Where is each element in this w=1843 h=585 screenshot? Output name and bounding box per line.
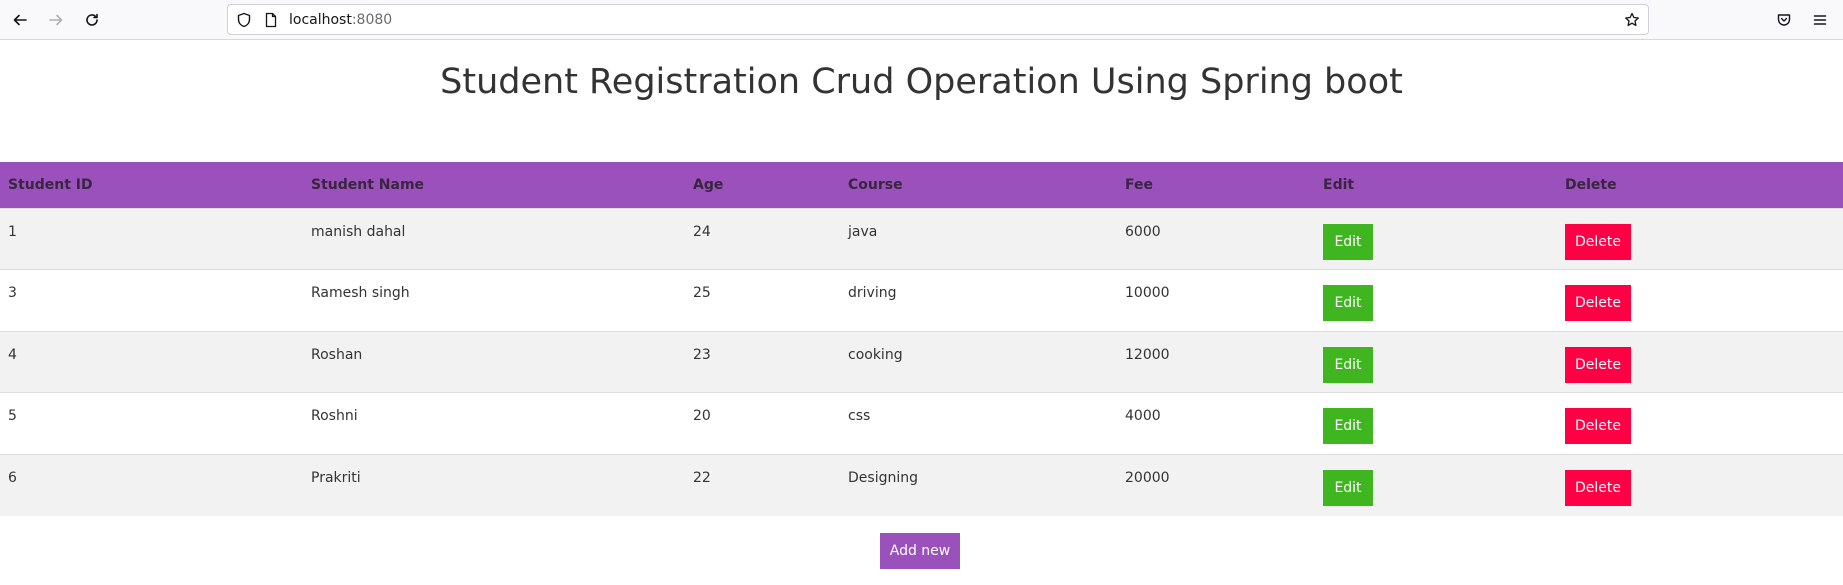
- cell-course: driving: [840, 269, 1117, 331]
- address-bar[interactable]: localhost:8080: [227, 4, 1649, 35]
- header-delete: Delete: [1557, 162, 1843, 208]
- cell-course: cooking: [840, 330, 1117, 393]
- cell-age: 25: [685, 269, 840, 331]
- cell-course: java: [840, 207, 1117, 270]
- header-course: Course: [840, 162, 1117, 208]
- header-fee: Fee: [1117, 162, 1315, 208]
- cell-age: 20: [685, 392, 840, 454]
- table-row: 5 Roshni 20 css 4000 Edit Delete: [0, 392, 1843, 454]
- cell-edit: Edit: [1315, 453, 1557, 516]
- delete-button[interactable]: Delete: [1565, 346, 1631, 383]
- cell-edit: Edit: [1315, 330, 1557, 393]
- delete-button[interactable]: Delete: [1565, 223, 1631, 260]
- cell-edit: Edit: [1315, 392, 1557, 454]
- cell-course: Designing: [840, 453, 1117, 516]
- cell-delete: Delete: [1557, 453, 1843, 516]
- edit-button[interactable]: Edit: [1323, 223, 1373, 260]
- pocket-button[interactable]: [1770, 6, 1798, 34]
- table-header-row: Student ID Student Name Age Course Fee E…: [0, 162, 1843, 208]
- cell-delete: Delete: [1557, 269, 1843, 331]
- browser-toolbar: localhost:8080: [0, 0, 1843, 40]
- cell-edit: Edit: [1315, 269, 1557, 331]
- arrow-left-icon: [13, 14, 27, 26]
- url-text: localhost:8080: [289, 12, 392, 28]
- cell-fee: 20000: [1117, 453, 1315, 516]
- students-table: Student ID Student Name Age Course Fee E…: [0, 162, 1843, 516]
- header-edit: Edit: [1315, 162, 1557, 208]
- edit-button[interactable]: Edit: [1323, 346, 1373, 383]
- header-student-name: Student Name: [303, 162, 685, 208]
- cell-student-name: Roshan: [303, 330, 685, 393]
- cell-edit: Edit: [1315, 207, 1557, 270]
- forward-button[interactable]: [42, 6, 70, 34]
- cell-student-name: Prakriti: [303, 453, 685, 516]
- back-button[interactable]: [6, 6, 34, 34]
- delete-button[interactable]: Delete: [1565, 285, 1631, 321]
- menu-button[interactable]: [1806, 6, 1834, 34]
- cell-fee: 4000: [1117, 392, 1315, 454]
- cell-student-name: manish dahal: [303, 207, 685, 270]
- cell-delete: Delete: [1557, 330, 1843, 393]
- cell-student-name: Ramesh singh: [303, 269, 685, 331]
- cell-delete: Delete: [1557, 392, 1843, 454]
- cell-fee: 6000: [1117, 207, 1315, 270]
- edit-button[interactable]: Edit: [1323, 285, 1373, 321]
- cell-age: 24: [685, 207, 840, 270]
- header-age: Age: [685, 162, 840, 208]
- cell-student-id: 1: [0, 207, 303, 270]
- cell-delete: Delete: [1557, 207, 1843, 270]
- edit-button[interactable]: Edit: [1323, 469, 1373, 506]
- url-host: localhost: [289, 12, 352, 28]
- url-port: :8080: [351, 12, 393, 28]
- cell-course: css: [840, 392, 1117, 454]
- cell-student-id: 3: [0, 269, 303, 331]
- reload-button[interactable]: [78, 6, 106, 34]
- hamburger-menu-icon: [1813, 15, 1827, 25]
- shield-icon[interactable]: [236, 12, 252, 28]
- delete-button[interactable]: Delete: [1565, 408, 1631, 444]
- cell-student-id: 4: [0, 330, 303, 393]
- page-title: Student Registration Crud Operation Usin…: [440, 62, 1403, 102]
- table-row: 3 Ramesh singh 25 driving 10000 Edit Del…: [0, 269, 1843, 331]
- table-row: 6 Prakriti 22 Designing 20000 Edit Delet…: [0, 453, 1843, 516]
- cell-fee: 12000: [1117, 330, 1315, 393]
- cell-student-id: 5: [0, 392, 303, 454]
- add-new-button[interactable]: Add new: [880, 533, 960, 569]
- page-icon[interactable]: [263, 12, 279, 28]
- cell-student-id: 6: [0, 453, 303, 516]
- header-student-id: Student ID: [0, 162, 303, 208]
- pocket-icon: [1777, 14, 1791, 26]
- table-row: 1 manish dahal 24 java 6000 Edit Delete: [0, 207, 1843, 270]
- star-icon[interactable]: [1624, 12, 1640, 28]
- arrow-right-icon: [49, 14, 63, 26]
- delete-button[interactable]: Delete: [1565, 469, 1631, 506]
- cell-student-name: Roshni: [303, 392, 685, 454]
- edit-button[interactable]: Edit: [1323, 408, 1373, 444]
- reload-icon: [86, 13, 98, 26]
- cell-age: 22: [685, 453, 840, 516]
- cell-fee: 10000: [1117, 269, 1315, 331]
- cell-age: 23: [685, 330, 840, 393]
- table-row: 4 Roshan 23 cooking 12000 Edit Delete: [0, 330, 1843, 393]
